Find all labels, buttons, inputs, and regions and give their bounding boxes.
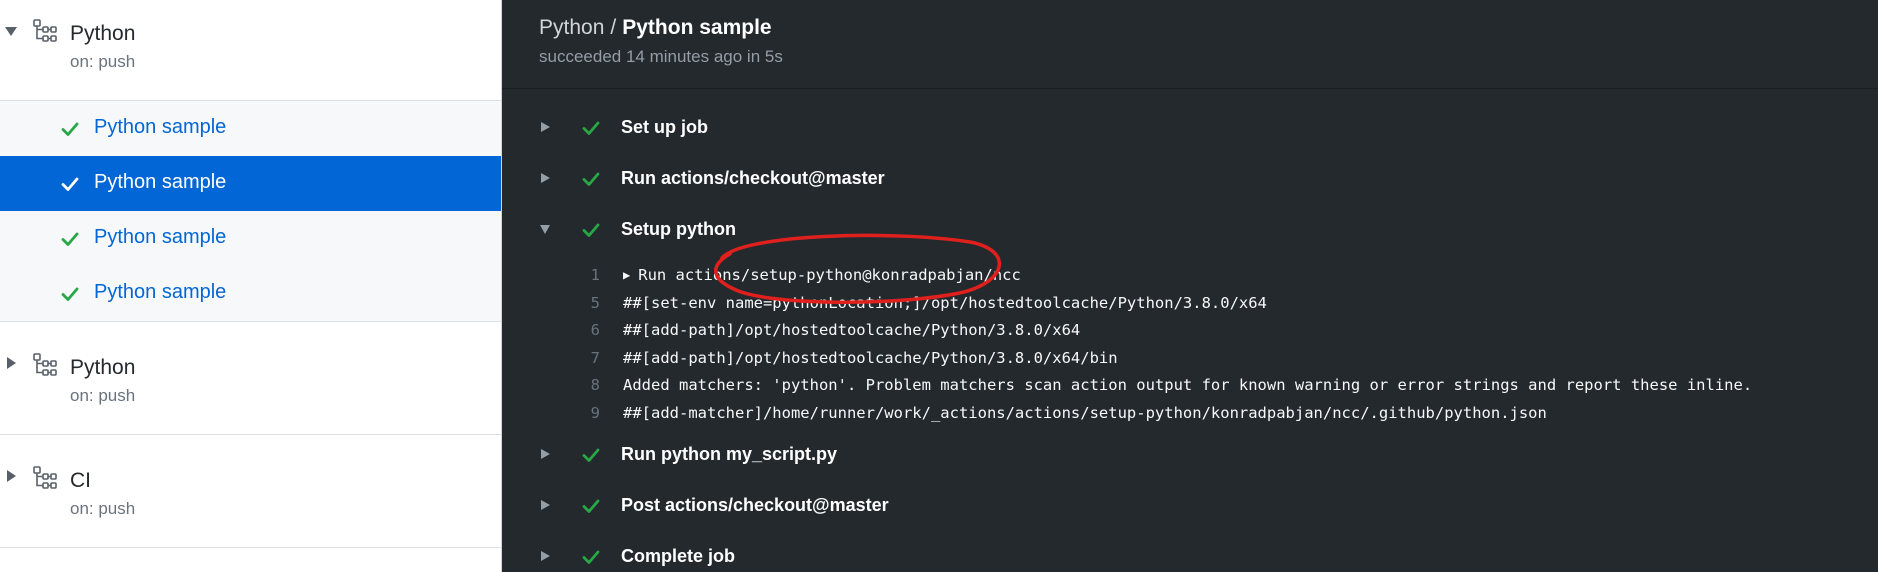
log-text: Added matchers: 'python'. Problem matche…: [623, 376, 1753, 394]
log-text: ##[add-matcher]/home/runner/work/_action…: [623, 403, 1547, 422]
breadcrumb-job: Python sample: [622, 16, 772, 39]
job-item-python-sample-2[interactable]: Python sample: [0, 156, 501, 211]
log-line[interactable]: 8 Added matchers: 'python'. Problem matc…: [502, 372, 1878, 400]
job-label: Python sample: [94, 116, 227, 138]
log-line[interactable]: 6 ##[add-path]/opt/hostedtoolcache/Pytho…: [502, 317, 1878, 345]
collapse-triangle-icon[interactable]: [4, 24, 18, 38]
workflow-header-ci[interactable]: CI on: push: [0, 435, 501, 547]
success-check-icon: [581, 118, 601, 138]
breadcrumb-separator: /: [610, 16, 617, 39]
expand-triangle-icon[interactable]: ▶: [623, 268, 630, 282]
expand-triangle-icon: [539, 120, 551, 132]
success-check-icon: [581, 547, 601, 567]
log-line[interactable]: 9 ##[add-matcher]/home/runner/work/_acti…: [502, 400, 1878, 428]
workflow-sidebar: Python on: push Python sample Python sam…: [0, 0, 502, 572]
workflow-title: Python: [70, 356, 136, 379]
success-check-icon: [581, 220, 601, 240]
step-label: Run python my_script.py: [621, 444, 838, 464]
log-text: ##[set-env name=pythonLocation;]/opt/hos…: [623, 293, 1267, 312]
log-line-number[interactable]: 7: [558, 349, 600, 367]
step-log: 1 ▶ Run actions/setup-python@konradpabjan…: [502, 262, 1878, 427]
job-label: Python sample: [94, 281, 227, 303]
workflow-title: CI: [70, 469, 91, 492]
log-line[interactable]: 7 ##[add-path]/opt/hostedtoolcache/Pytho…: [502, 345, 1878, 373]
step-setup-python[interactable]: Setup python: [502, 215, 1878, 245]
breadcrumb-workflow[interactable]: Python: [539, 16, 604, 39]
workflow-header-python[interactable]: Python on: push: [0, 0, 501, 100]
expand-triangle-icon: [539, 498, 551, 510]
log-line[interactable]: 1 ▶ Run actions/setup-python@konradpabjan…: [502, 262, 1878, 290]
step-post-checkout[interactable]: Post actions/checkout@master: [502, 491, 1878, 521]
workflow-icon: [32, 465, 58, 491]
success-check-icon: [60, 174, 80, 194]
step-label: Run actions/checkout@master: [621, 168, 885, 188]
workflow-trigger: on: push: [70, 52, 136, 71]
step-complete-job[interactable]: Complete job: [502, 542, 1878, 572]
job-list: Python sample Python sample Python sampl…: [0, 100, 501, 321]
step-label: Set up job: [621, 117, 708, 137]
workflow-title: Python: [70, 22, 136, 45]
expand-triangle-icon: [539, 549, 551, 561]
job-label: Python sample: [94, 171, 227, 193]
success-check-icon: [60, 229, 80, 249]
log-line-number[interactable]: 5: [558, 294, 600, 312]
expand-triangle-icon[interactable]: [4, 356, 18, 370]
success-check-icon: [581, 169, 601, 189]
log-text: ##[add-path]/opt/hostedtoolcache/Python/…: [623, 321, 1081, 339]
divider: [502, 88, 1878, 89]
collapse-triangle-icon: [539, 222, 551, 234]
job-item-python-sample-3[interactable]: Python sample: [0, 211, 501, 266]
success-check-icon: [60, 119, 80, 139]
log-text: Run actions/setup-python@konradpabjan/nc…: [638, 266, 1021, 284]
workflow-group: Python on: push: [0, 322, 501, 435]
expand-triangle-icon[interactable]: [4, 469, 18, 483]
job-item-python-sample-4[interactable]: Python sample: [0, 266, 501, 321]
job-log-panel: Python / Python sample succeeded 14 minute…: [502, 0, 1878, 572]
log-line-number[interactable]: 6: [558, 321, 600, 339]
success-check-icon: [60, 284, 80, 304]
workflow-header-python-2[interactable]: Python on: push: [0, 322, 501, 434]
log-line-number[interactable]: 9: [558, 404, 600, 422]
step-run-python-script[interactable]: Run python my_script.py: [502, 440, 1878, 470]
workflow-trigger: on: push: [70, 499, 136, 518]
step-set-up-job[interactable]: Set up job: [502, 113, 1878, 143]
workflow-icon: [32, 352, 58, 378]
success-check-icon: [581, 445, 601, 465]
step-label: Setup python: [621, 219, 736, 239]
step-label: Post actions/checkout@master: [621, 495, 889, 515]
success-check-icon: [581, 496, 601, 516]
breadcrumb: Python / Python sample: [539, 16, 772, 40]
run-status-line: succeeded 14 minutes ago in 5s: [539, 47, 783, 66]
workflow-icon: [32, 18, 58, 44]
log-line-number[interactable]: 1: [558, 266, 600, 284]
job-item-python-sample-1[interactable]: Python sample: [0, 101, 501, 156]
workflow-trigger: on: push: [70, 386, 136, 405]
log-line-number[interactable]: 8: [558, 376, 600, 394]
workflow-group: CI on: push: [0, 435, 501, 548]
expand-triangle-icon: [539, 447, 551, 459]
expand-triangle-icon: [539, 171, 551, 183]
step-run-checkout[interactable]: Run actions/checkout@master: [502, 164, 1878, 194]
workflow-group: Python on: push Python sample Python sam…: [0, 0, 501, 322]
job-label: Python sample: [94, 226, 227, 248]
log-text: ##[add-path]/opt/hostedtoolcache/Python/…: [623, 348, 1118, 367]
step-label: Complete job: [621, 546, 736, 566]
log-line[interactable]: 5 ##[set-env name=pythonLocation;]/opt/h…: [502, 290, 1878, 318]
